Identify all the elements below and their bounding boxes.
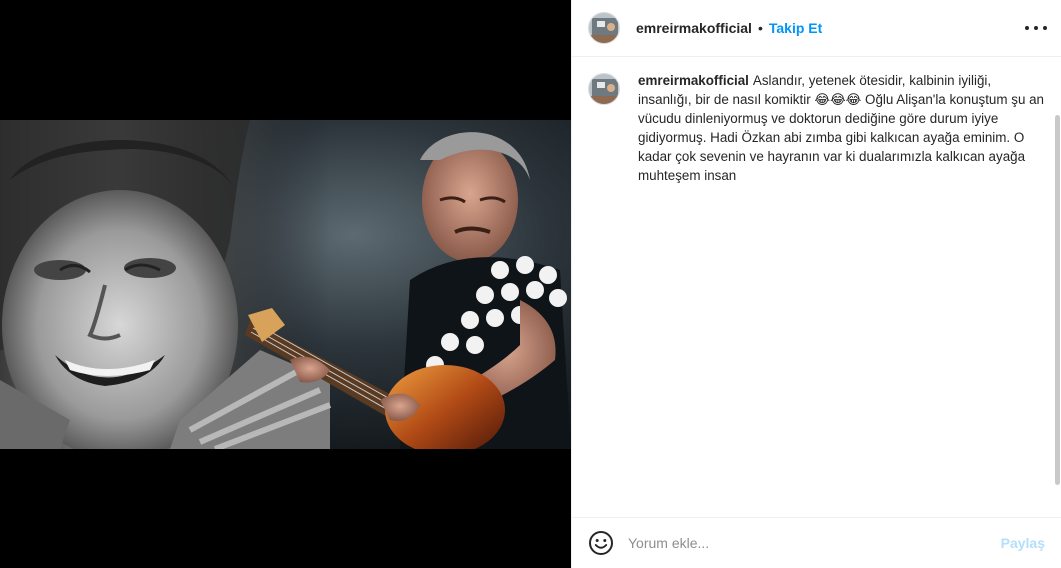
caption-text: Aslandır, yetenek ötesidir, kalbinin iyi… bbox=[638, 73, 1045, 183]
share-button[interactable]: Paylaş bbox=[1001, 535, 1045, 551]
comments-area[interactable]: emreirmakofficial Aslandır, yetenek ötesi… bbox=[572, 57, 1061, 517]
post-photo-image bbox=[0, 120, 571, 449]
author-avatar[interactable] bbox=[588, 12, 620, 44]
post-dialog: emreirmakofficial • Takip Et emreirmakof… bbox=[0, 0, 1061, 568]
post-header: emreirmakofficial • Takip Et bbox=[572, 0, 1061, 57]
comment-input[interactable] bbox=[628, 535, 1001, 551]
caption-author-avatar[interactable] bbox=[588, 73, 620, 105]
scrollbar-thumb[interactable] bbox=[1055, 115, 1060, 485]
smiley-icon[interactable] bbox=[588, 530, 614, 556]
author-username[interactable]: emreirmakofficial bbox=[636, 20, 752, 36]
follow-button[interactable]: Takip Et bbox=[769, 20, 822, 36]
post-media[interactable] bbox=[0, 0, 571, 568]
post-photo[interactable] bbox=[0, 120, 571, 449]
post-side-panel: emreirmakofficial • Takip Et emreirmakof… bbox=[571, 0, 1061, 568]
more-dot bbox=[1034, 26, 1038, 30]
caption-body: emreirmakofficial Aslandır, yetenek ötesi… bbox=[638, 71, 1045, 185]
caption-comment: emreirmakofficial Aslandır, yetenek ötesi… bbox=[588, 71, 1045, 185]
separator-dot: • bbox=[757, 20, 763, 36]
comment-composer: Paylaş bbox=[572, 517, 1061, 568]
more-options-icon[interactable] bbox=[1025, 18, 1047, 38]
more-dot bbox=[1043, 26, 1047, 30]
avatar-image bbox=[589, 74, 619, 104]
more-dot bbox=[1025, 26, 1029, 30]
avatar-image bbox=[589, 13, 619, 43]
comments-scrollbar[interactable] bbox=[1053, 115, 1061, 510]
caption-username[interactable]: emreirmakofficial bbox=[638, 73, 749, 88]
